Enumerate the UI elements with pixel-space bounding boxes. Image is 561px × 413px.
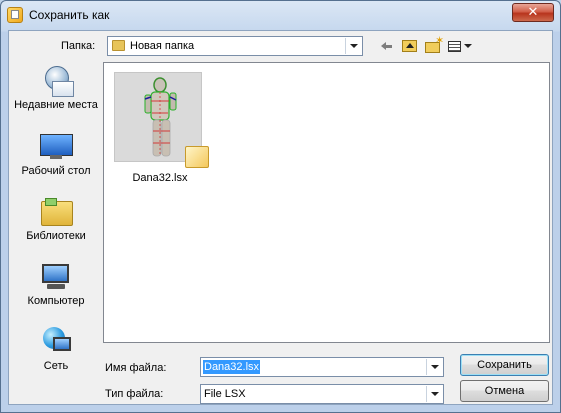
- place-label: Рабочий стол: [21, 165, 91, 177]
- save-as-dialog: Сохранить как ✕ Папка: Новая папка Недав…: [0, 0, 561, 413]
- file-item[interactable]: Dana32.lsx: [113, 72, 221, 184]
- look-in-dropdown[interactable]: Новая папка: [107, 36, 363, 56]
- place-label: Компьютер: [27, 295, 85, 307]
- place-computer[interactable]: Компьютер: [13, 262, 99, 308]
- place-label: Сеть: [43, 360, 69, 372]
- dialog-body: Папка: Новая папка Недавние места Рабочи…: [8, 30, 553, 405]
- look-in-value: Новая папка: [130, 40, 195, 52]
- place-libraries[interactable]: Библиотеки: [13, 197, 99, 243]
- file-name: Dana32.lsx: [132, 172, 188, 184]
- look-in-label: Папка:: [61, 40, 96, 52]
- window-title: Сохранить как: [29, 8, 110, 22]
- place-desktop[interactable]: Рабочий стол: [13, 132, 99, 178]
- place-label: Библиотеки: [26, 230, 86, 242]
- app-icon: [7, 7, 23, 23]
- up-folder-icon[interactable]: [401, 37, 421, 55]
- close-button[interactable]: ✕: [512, 3, 554, 22]
- title-bar[interactable]: Сохранить как ✕: [1, 1, 560, 29]
- filename-value[interactable]: Dana32.lsx: [203, 360, 261, 374]
- filetype-dropdown[interactable]: File LSX: [200, 384, 444, 404]
- chevron-down-icon[interactable]: [426, 386, 442, 402]
- recent-places-icon: [39, 66, 74, 97]
- desktop-icon: [39, 132, 73, 162]
- filetype-value: File LSX: [204, 388, 246, 400]
- view-menu-icon[interactable]: [447, 37, 472, 55]
- file-type-badge-icon: [185, 146, 209, 168]
- folder-icon: [112, 40, 125, 51]
- network-icon: [39, 327, 73, 357]
- chevron-down-icon[interactable]: [426, 359, 442, 375]
- new-folder-icon[interactable]: [424, 34, 444, 55]
- place-recent[interactable]: Недавние места: [13, 66, 99, 112]
- filetype-label: Тип файла:: [105, 388, 164, 400]
- chevron-down-icon[interactable]: [345, 38, 361, 54]
- file-list[interactable]: Dana32.lsx: [103, 62, 550, 343]
- filename-input[interactable]: Dana32.lsx: [200, 357, 444, 377]
- filename-label: Имя файла:: [105, 362, 167, 374]
- back-arrow-icon[interactable]: [379, 37, 399, 55]
- cancel-button[interactable]: Отмена: [460, 380, 549, 402]
- place-label: Недавние места: [14, 99, 98, 111]
- libraries-icon: [39, 197, 73, 227]
- places-bar: Недавние места Рабочий стол Библиотеки К…: [13, 63, 99, 403]
- computer-icon: [39, 262, 73, 292]
- place-network[interactable]: Сеть: [13, 327, 99, 373]
- save-button[interactable]: Сохранить: [460, 354, 549, 376]
